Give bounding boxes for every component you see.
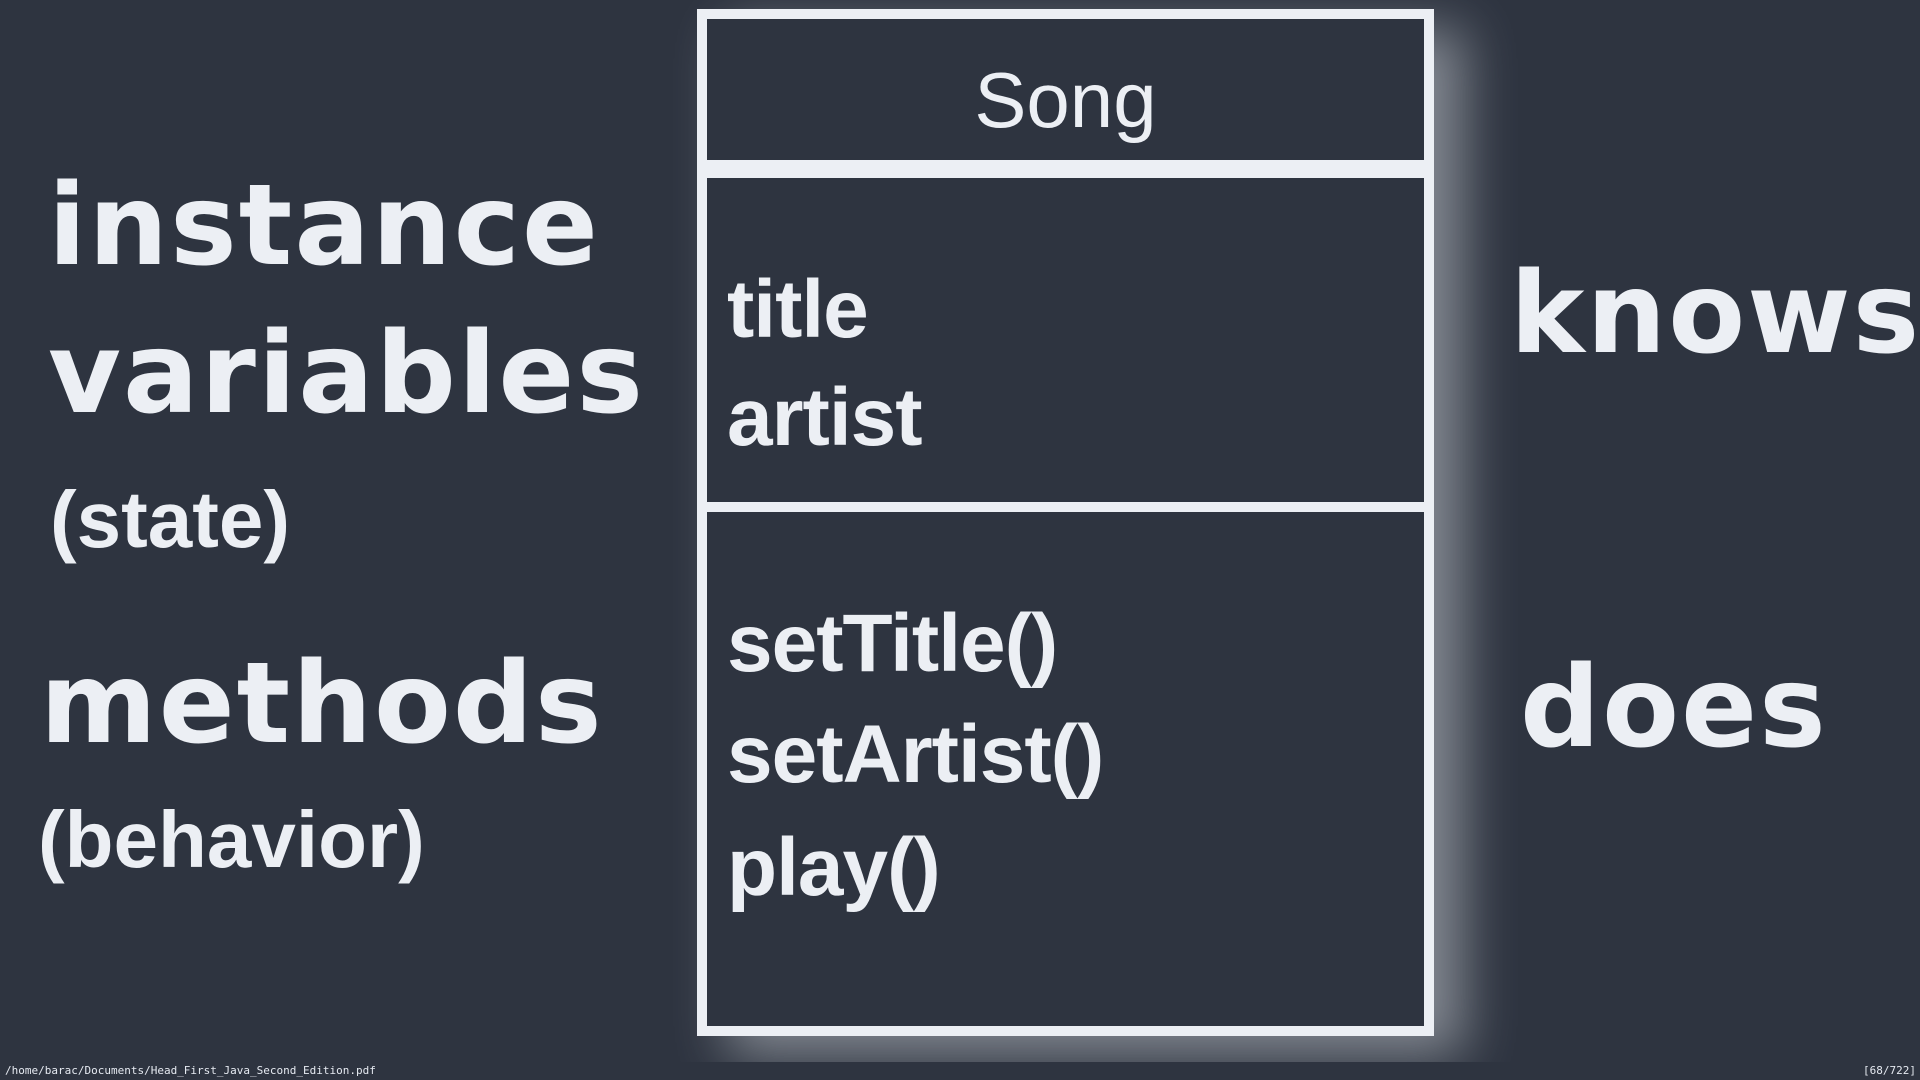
file-path: /home/barac/Documents/Head_First_Java_Se… <box>5 1064 376 1077</box>
method-play: play() <box>727 822 941 913</box>
state-label: (state) <box>50 475 291 564</box>
uml-class-header: Song <box>707 19 1424 160</box>
method-setartist: setArtist() <box>727 709 1104 800</box>
instance-variable-artist: artist <box>727 372 923 463</box>
uml-divider-bottom <box>707 502 1424 512</box>
uml-divider-top <box>707 160 1424 178</box>
does-label: does <box>1520 643 1828 773</box>
uml-class-box: Song title artist setTitle() setArtist()… <box>697 9 1434 1036</box>
page-indicator: [68/722] <box>1863 1064 1916 1077</box>
pdf-page-view[interactable]: instance variables (state) methods (beha… <box>0 0 1920 1062</box>
instance-variable-title: title <box>727 264 869 355</box>
methods-label: methods <box>40 639 604 769</box>
knows-label: knows <box>1510 249 1920 379</box>
variables-label: variables <box>48 309 645 439</box>
uml-class-name: Song <box>974 56 1157 144</box>
status-bar: /home/barac/Documents/Head_First_Java_Se… <box>0 1062 1920 1080</box>
behavior-label: (behavior) <box>38 795 425 884</box>
instance-label: instance <box>48 161 600 291</box>
method-settitle: setTitle() <box>727 598 1058 689</box>
